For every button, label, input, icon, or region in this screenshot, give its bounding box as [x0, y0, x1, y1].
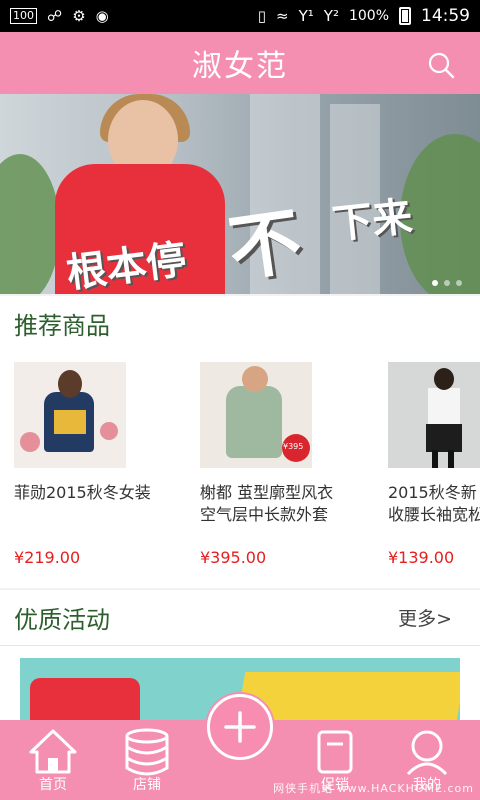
- product-card[interactable]: 菲勋2015秋冬女装 ¥219.00: [14, 362, 190, 567]
- activity-header: 优质活动 更多>: [0, 590, 480, 646]
- tag-icon: [317, 730, 353, 774]
- watermark-url: www.HACKHOME.com: [337, 782, 474, 795]
- status-time: 14:59: [421, 6, 470, 26]
- section-title-activity: 优质活动: [14, 606, 110, 634]
- database-icon: [125, 728, 169, 776]
- product-list: 菲勋2015秋冬女装 ¥219.00 ¥395 榭都 茧型廓型风衣 空气层中长款…: [0, 350, 480, 588]
- banner-text-right: 下来: [330, 193, 415, 249]
- signal-2-icon: Y²: [323, 6, 339, 25]
- battery-percent: 100%: [348, 8, 389, 24]
- usb-icon: ☍: [47, 6, 63, 25]
- add-button[interactable]: [207, 694, 273, 760]
- product-card[interactable]: 2015秋冬新 收腰长袖宽松 ¥139.00: [388, 362, 480, 567]
- product-image: [388, 362, 480, 468]
- wifi-icon: ≈: [276, 6, 289, 25]
- plus-icon: [224, 711, 256, 743]
- app-bar: 淑女范: [0, 32, 480, 94]
- product-price: ¥219.00: [14, 548, 81, 567]
- android-robot-icon: ◉: [95, 6, 109, 25]
- product-card[interactable]: ¥395 榭都 茧型廓型风衣 空气层中长款外套 ¥395.00: [200, 362, 376, 567]
- status-bar: 100 ☍ ⚙ ◉ ▯ ≈ Y¹ Y² 100% 14:59: [0, 0, 480, 32]
- background-tree: [0, 154, 60, 294]
- product-name: 菲勋2015秋冬女装: [14, 483, 151, 502]
- banner-pager: [432, 280, 462, 286]
- product-name: 2015秋冬新 收腰长袖宽松: [388, 483, 480, 524]
- banner-dot[interactable]: [432, 280, 438, 286]
- home-icon: [29, 729, 77, 774]
- nav-label-home: 首页: [39, 777, 67, 793]
- nav-shops[interactable]: 店铺: [112, 720, 182, 800]
- product-image: ¥395: [200, 362, 312, 468]
- user-icon: [406, 730, 448, 776]
- product-image: [14, 362, 126, 468]
- banner-dot[interactable]: [456, 280, 462, 286]
- android-icon: ⚙: [72, 6, 86, 25]
- section-title-recommended: 推荐商品: [14, 312, 110, 340]
- watermark-cn: 网侠手机站: [273, 782, 334, 795]
- banner-text-mid: 不: [223, 198, 307, 292]
- app-title: 淑女范: [192, 49, 288, 84]
- product-price: ¥139.00: [388, 548, 455, 567]
- more-link[interactable]: 更多>: [398, 604, 452, 631]
- signal-1-icon: Y¹: [298, 6, 314, 25]
- nav-home[interactable]: 首页: [18, 720, 88, 800]
- promo-banner[interactable]: 根本停 不 下来: [0, 94, 480, 294]
- status-right: ▯ ≈ Y¹ Y² 100% 14:59: [258, 6, 470, 26]
- watermark: 网侠手机站 www.HACKHOME.com: [273, 780, 474, 796]
- status-box: 100: [10, 8, 37, 24]
- nav-label-shops: 店铺: [133, 777, 161, 793]
- price-badge: ¥395: [283, 442, 304, 451]
- vibrate-icon: ▯: [257, 6, 267, 25]
- banner-dot[interactable]: [444, 280, 450, 286]
- status-left: 100 ☍ ⚙ ◉: [10, 8, 109, 24]
- recommended-header: 推荐商品: [0, 296, 480, 352]
- battery-icon: [399, 7, 411, 25]
- product-name: 榭都 茧型廓型风衣 空气层中长款外套: [200, 483, 334, 524]
- product-price: ¥395.00: [200, 548, 267, 567]
- search-icon[interactable]: [426, 50, 456, 80]
